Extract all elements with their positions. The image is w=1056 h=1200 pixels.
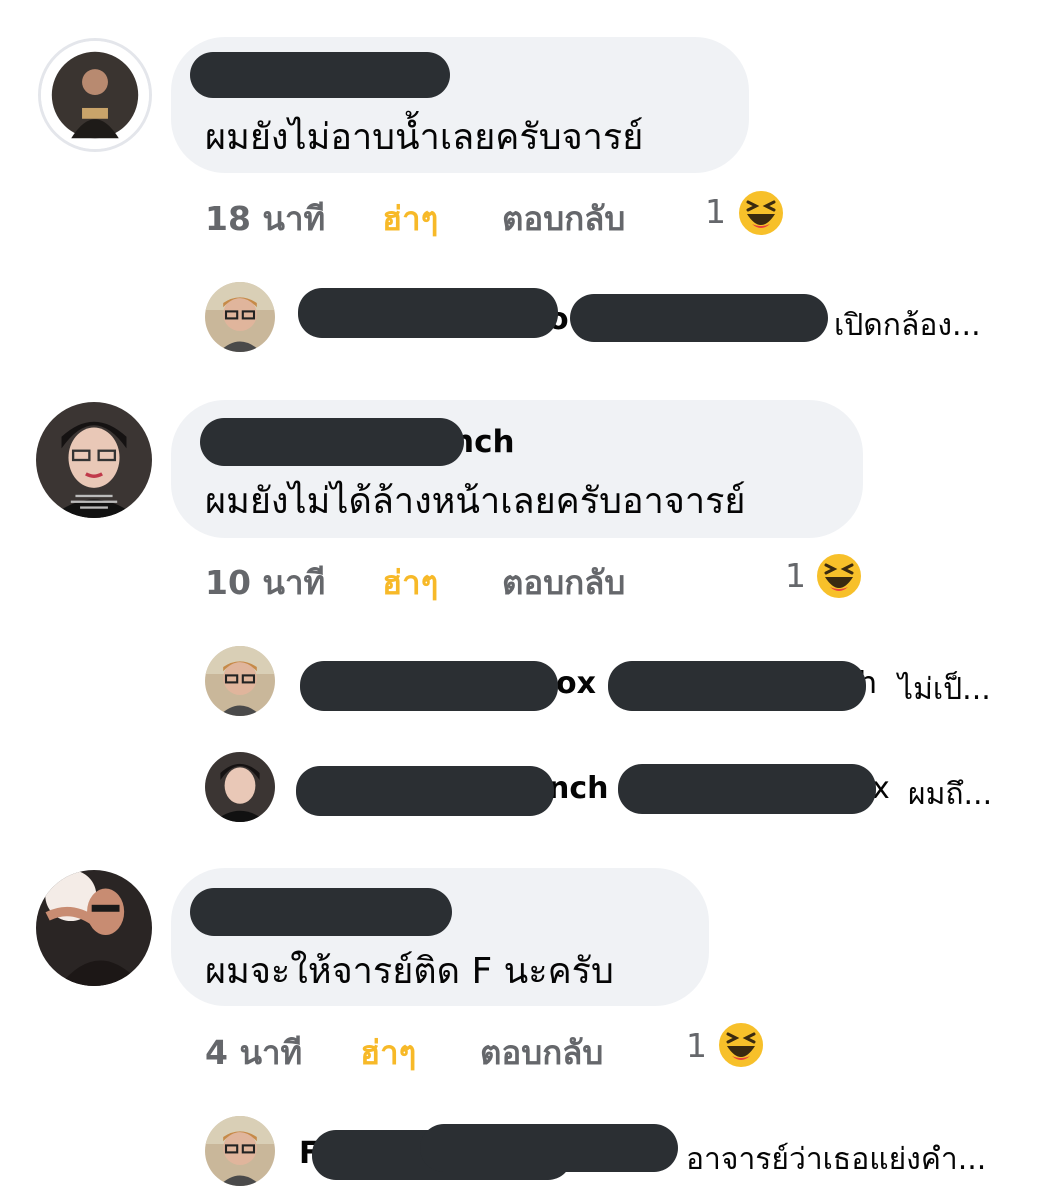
reply-name-fragment[interactable]: ox: [556, 666, 596, 701]
redacted-name: [296, 766, 554, 816]
redacted-mention: [570, 294, 828, 342]
commenter-avatar[interactable]: [36, 870, 152, 986]
reply-name-text: ox: [556, 666, 596, 701]
comment-time: 18 นาที: [205, 199, 326, 238]
comment-text: ผมยังไม่อาบน้ำเลยครับจารย์: [205, 117, 644, 158]
reaction-count[interactable]: 1: [686, 1026, 707, 1065]
comment-text: ผมยังไม่ได้ล้างหน้าเลยครับอาจารย์: [205, 481, 746, 522]
laughing-emoji-icon[interactable]: [716, 1020, 766, 1070]
reaction-count[interactable]: 1: [705, 192, 726, 231]
haha-reaction-button[interactable]: ฮ่าๆ: [382, 192, 438, 245]
reply-button[interactable]: ตอบกลับ: [502, 192, 625, 245]
laughing-emoji-icon[interactable]: [736, 188, 786, 238]
redacted-name: [300, 661, 558, 711]
avatar-photo-icon: [205, 646, 275, 716]
avatar-photo-icon: [36, 870, 152, 986]
reply-name-text: nch: [548, 771, 609, 806]
comment-time: 10 นาที: [205, 563, 326, 602]
reply-button[interactable]: ตอบกลับ: [480, 1026, 603, 1079]
reply-preview-text[interactable]: ไม่เป็...: [898, 666, 991, 713]
redacted-mention: [608, 661, 866, 711]
avatar-photo-icon: [36, 402, 152, 518]
reply-preview-text[interactable]: อาจารย์ว่าเธอแย่งคำ...: [686, 1136, 986, 1183]
comment-text: ผมจะให้จารย์ติด F นะครับ: [205, 951, 614, 992]
avatar-photo-icon: [205, 752, 275, 822]
reply-name-fragment[interactable]: nch: [548, 771, 609, 806]
reply-preview-text[interactable]: เปิดกล้อง...: [834, 302, 981, 349]
avatar-photo-icon: [205, 1116, 275, 1186]
redacted-mention: [618, 764, 876, 814]
redacted-name: [190, 888, 452, 936]
avatar-photo-icon: [41, 41, 149, 149]
reply-avatar[interactable]: [205, 282, 275, 352]
reply-avatar[interactable]: [205, 752, 275, 822]
comment-time: 4 นาที: [205, 1033, 303, 1072]
reply-preview-text[interactable]: ผมถึ...: [908, 771, 992, 818]
redacted-name: [200, 418, 464, 466]
commenter-avatar[interactable]: [36, 402, 152, 518]
haha-reaction-button[interactable]: ฮ่าๆ: [382, 556, 438, 609]
reply-avatar[interactable]: [205, 1116, 275, 1186]
laughing-emoji-icon[interactable]: [814, 551, 864, 601]
commenter-avatar[interactable]: [38, 38, 152, 152]
haha-reaction-button[interactable]: ฮ่าๆ: [360, 1026, 416, 1079]
redacted-name: [190, 52, 450, 98]
redacted-name: [298, 288, 558, 338]
reply-avatar[interactable]: [205, 646, 275, 716]
avatar-photo-icon: [205, 282, 275, 352]
redacted-mention: [420, 1124, 678, 1172]
reply-button[interactable]: ตอบกลับ: [502, 556, 625, 609]
reaction-count[interactable]: 1: [785, 556, 806, 595]
